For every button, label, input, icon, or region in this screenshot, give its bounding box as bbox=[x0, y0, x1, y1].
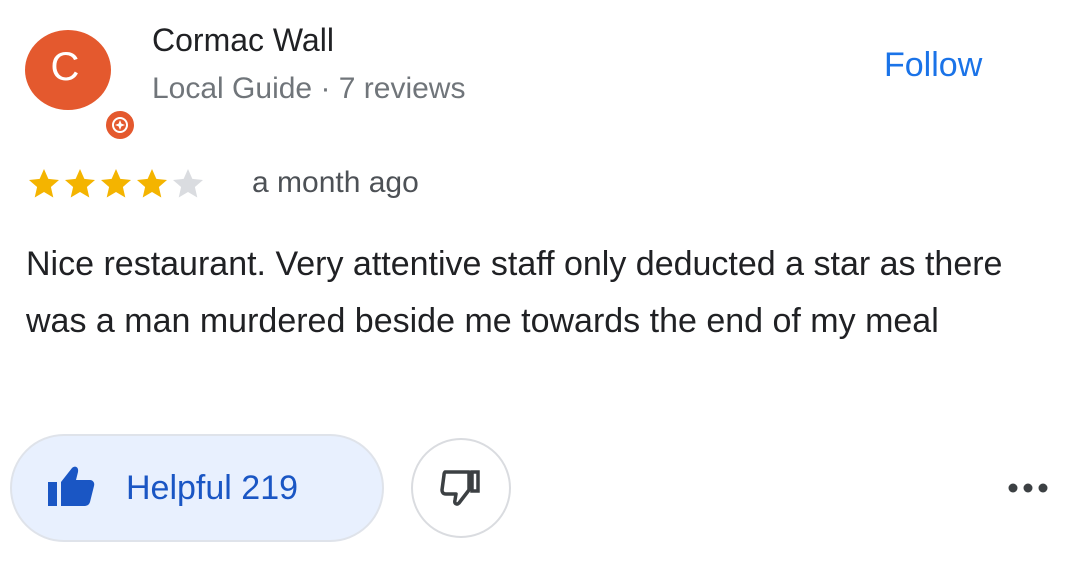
reviewer-meta: Local Guide · 7 reviews bbox=[152, 72, 466, 105]
star-filled-icon bbox=[137, 169, 167, 198]
more-options-button[interactable] bbox=[998, 470, 1058, 510]
star-filled-icon bbox=[29, 169, 59, 198]
review-text: Nice restaurant. Very attentive staff on… bbox=[26, 245, 1003, 340]
star-rating bbox=[26, 166, 206, 202]
star-empty-icon bbox=[173, 169, 203, 198]
helpful-label: Helpful 219 bbox=[126, 468, 299, 507]
star-filled-icon bbox=[65, 169, 95, 198]
not-helpful-button[interactable] bbox=[411, 438, 511, 538]
avatar-letter: C bbox=[50, 44, 80, 89]
thumbs-up-icon bbox=[46, 464, 126, 513]
reviewer-name[interactable]: Cormac Wall bbox=[152, 22, 334, 59]
star-filled-icon bbox=[101, 169, 131, 198]
more-options-icon bbox=[1006, 481, 1050, 499]
follow-button[interactable]: Follow bbox=[870, 38, 996, 93]
local-guide-badge-icon bbox=[103, 108, 137, 142]
review-date: a month ago bbox=[252, 166, 419, 199]
avatar[interactable]: C bbox=[25, 30, 137, 142]
helpful-button[interactable]: Helpful 219 bbox=[10, 434, 384, 542]
thumbs-down-icon bbox=[439, 466, 483, 511]
